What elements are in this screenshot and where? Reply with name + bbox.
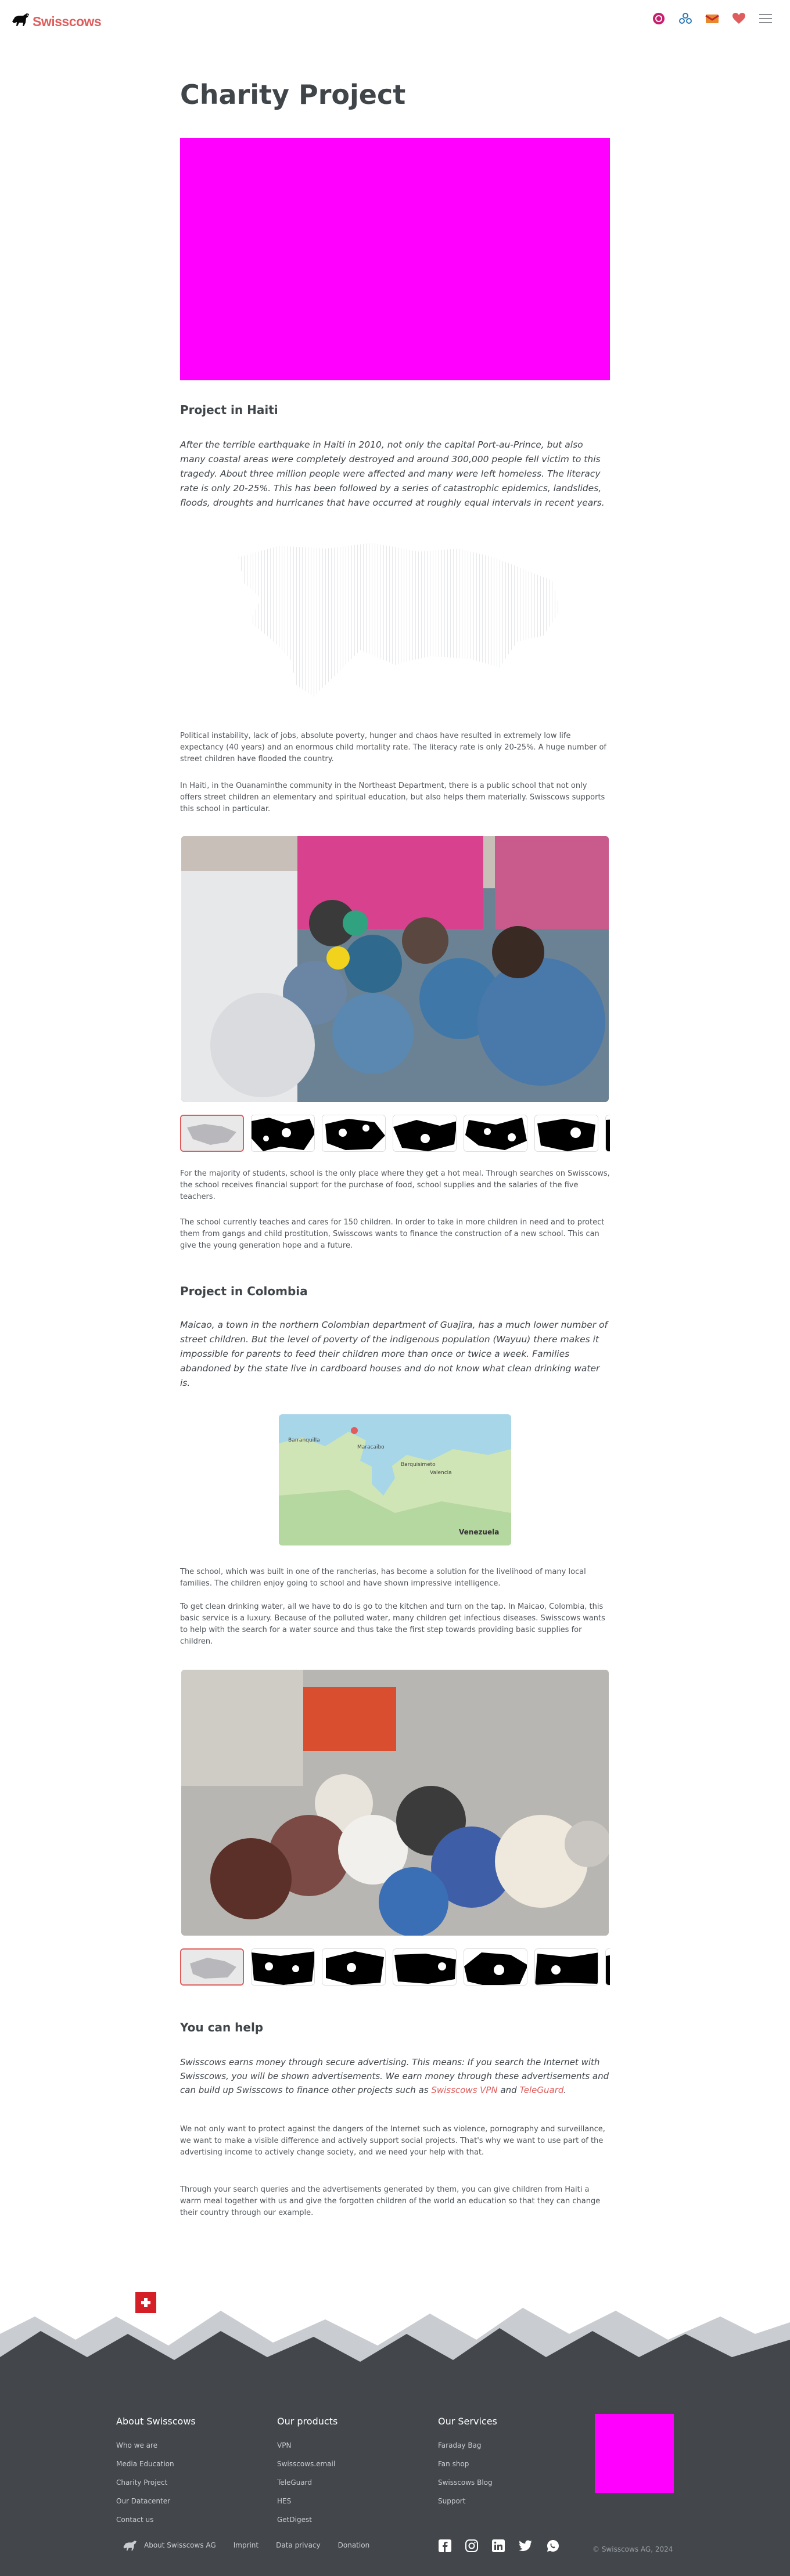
footer-column-title: Our products <box>277 2416 338 2427</box>
footer-bottom-bar: About Swisscows AG Imprint Data privacy … <box>0 2537 790 2560</box>
footer-link[interactable]: Who we are <box>116 2436 196 2455</box>
map-label: Barquisimeto <box>401 1462 436 1468</box>
help-paragraph-2: Through your search queries and the adve… <box>180 2185 601 2217</box>
about-swisscows-ag-link[interactable]: About Swisscows AG <box>122 2537 216 2553</box>
footer-link[interactable]: HES <box>277 2492 337 2510</box>
menu-icon[interactable] <box>756 9 775 28</box>
swisscows-vpn-link[interactable]: Swisscows VPN <box>431 2085 497 2095</box>
heart-icon[interactable] <box>730 9 748 28</box>
haiti-lead: After the terrible earthquake in Haiti i… <box>180 439 605 508</box>
colombia-map-image: Barranquilla Maracaibo Barquisimeto Vale… <box>279 1414 511 1545</box>
footer-column-about: About Swisscows Who we are Media Educati… <box>116 2416 196 2529</box>
site-header: Swisscows <box>0 0 790 42</box>
footer-link[interactable]: Faraday Bag <box>438 2436 497 2455</box>
footer-link[interactable]: Swisscows.email <box>277 2455 337 2473</box>
whatsapp-icon[interactable] <box>547 2539 559 2552</box>
footer-link[interactable]: TeleGuard <box>277 2473 337 2492</box>
thumbnail[interactable] <box>322 1115 386 1152</box>
thumbnail[interactable] <box>534 1115 598 1152</box>
footer-link[interactable]: Swisscows Blog <box>438 2473 497 2492</box>
vpn-icon[interactable] <box>676 9 695 28</box>
thumbnail[interactable] <box>605 1948 610 1986</box>
footer-link[interactable]: GetDigest <box>277 2510 337 2529</box>
teleguard-link[interactable]: TeleGuard <box>519 2085 563 2095</box>
colombia-paragraph-1: The school, which was built in one of th… <box>180 1568 586 1588</box>
email-icon[interactable] <box>703 9 721 28</box>
footer-bottom-link-label: About Swisscows AG <box>144 2541 216 2549</box>
thumbnail[interactable] <box>251 1115 315 1152</box>
footer-column-services: Our Services Faraday Bag Fan shop Swissc… <box>438 2416 497 2510</box>
thumbnail[interactable] <box>393 1948 457 1986</box>
map-label: Venezuela <box>459 1528 500 1536</box>
help-paragraph-1: We not only want to protect against the … <box>180 2125 605 2157</box>
donation-link[interactable]: Donation <box>338 2541 370 2549</box>
teleguard-icon[interactable] <box>649 9 668 28</box>
social-links <box>439 2539 559 2552</box>
haiti-paragraph-1: Political instability, lack of jobs, abs… <box>180 732 606 763</box>
thumbnail[interactable] <box>464 1948 527 1986</box>
footer-column-title: About Swisscows <box>116 2416 196 2427</box>
thumbnail[interactable] <box>180 1115 244 1152</box>
footer-column-products: Our products VPN Swisscows.email TeleGua… <box>277 2416 337 2529</box>
help-lead-text: and <box>497 2085 520 2095</box>
brand-name: Swisscows <box>33 14 102 29</box>
thumbnail[interactable] <box>534 1948 598 1986</box>
facebook-icon[interactable] <box>439 2539 451 2552</box>
thumbnail[interactable] <box>605 1115 610 1152</box>
colombia-paragraph-2: To get clean drinking water, all we have… <box>180 1602 605 1646</box>
footer-column-title: Our Services <box>438 2416 497 2427</box>
linkedin-icon[interactable] <box>492 2539 505 2552</box>
imprint-link[interactable]: Imprint <box>234 2541 258 2549</box>
swiss-cross-icon <box>135 2292 156 2313</box>
map-label: Maracaibo <box>357 1444 385 1450</box>
footer-link[interactable]: Our Datacenter <box>116 2492 196 2510</box>
colombia-thumbnail-strip <box>180 1948 610 1986</box>
footer-link[interactable]: Support <box>438 2492 497 2510</box>
instagram-icon[interactable] <box>465 2539 478 2552</box>
help-heading: You can help <box>180 2020 264 2034</box>
help-lead-text: . <box>563 2085 567 2095</box>
copyright: © Swisscows AG, 2024 <box>592 2545 673 2553</box>
cow-logo-icon <box>12 13 29 26</box>
footer-link[interactable]: Charity Project <box>116 2473 196 2492</box>
footer-link[interactable]: Media Education <box>116 2455 196 2473</box>
colombia-children-photo <box>181 1670 609 1936</box>
header-icons <box>649 9 775 28</box>
twitter-icon[interactable] <box>519 2540 533 2552</box>
thumbnail[interactable] <box>464 1115 527 1152</box>
haiti-paragraph-4: The school currently teaches and cares f… <box>180 1218 605 1250</box>
cow-logo-icon <box>123 2541 137 2551</box>
page-title: Charity Project <box>180 79 406 110</box>
haiti-paragraph-3: For the majority of students, school is … <box>180 1169 610 1201</box>
data-privacy-link[interactable]: Data privacy <box>276 2541 321 2549</box>
thumbnail[interactable] <box>251 1948 315 1986</box>
footer-legal-links: About Swisscows AG Imprint Data privacy … <box>122 2537 369 2553</box>
thumbnail[interactable] <box>180 1948 244 1986</box>
swisscows-logo[interactable]: Swisscows <box>10 8 102 30</box>
thumbnail[interactable] <box>393 1115 457 1152</box>
haiti-heading: Project in Haiti <box>180 403 278 417</box>
haiti-map-image <box>238 543 561 697</box>
colombia-lead: Maicao, a town in the northern Colombian… <box>180 1320 608 1388</box>
footer-link[interactable]: Contact us <box>116 2510 196 2529</box>
footer-link[interactable]: VPN <box>277 2436 337 2455</box>
haiti-school-photo <box>181 836 609 1102</box>
footer-badge-image <box>595 2414 674 2493</box>
hero-image <box>180 138 610 380</box>
colombia-heading: Project in Colombia <box>180 1284 308 1298</box>
haiti-thumbnail-strip <box>180 1115 610 1152</box>
map-label: Valencia <box>430 1470 452 1476</box>
thumbnail[interactable] <box>322 1948 386 1986</box>
haiti-paragraph-2: In Haiti, in the Ouanaminthe community i… <box>180 781 605 813</box>
help-lead: Swisscows earns money through secure adv… <box>180 2055 610 2097</box>
map-label: Barranquilla <box>288 1437 320 1443</box>
site-footer: About Swisscows Who we are Media Educati… <box>0 2369 790 2576</box>
footer-link[interactable]: Fan shop <box>438 2455 497 2473</box>
